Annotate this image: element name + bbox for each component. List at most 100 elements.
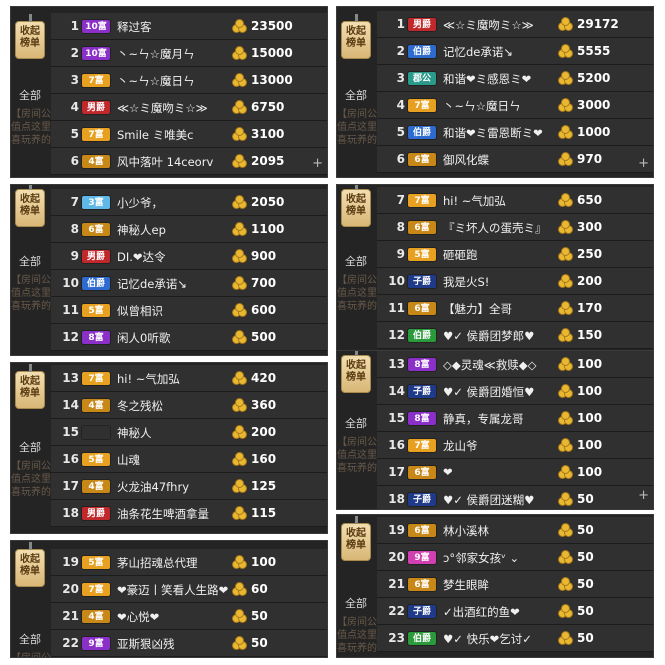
rank-row[interactable]: 10 子爵 我是火S! 200 [377, 268, 653, 295]
gift-count: 100 [251, 555, 277, 569]
level-badge [81, 425, 111, 440]
rank-row[interactable]: 3 7富 丶~ㄣ☆魔日ㄣ 13000 [51, 67, 327, 94]
rank-row[interactable]: 7 3富 小少爷， 2050 [51, 189, 327, 216]
rank-row[interactable]: 17 4富 火龙油47fhry 125 [51, 473, 327, 500]
gift-count: 50 [577, 550, 594, 564]
rank-row[interactable]: 1 男爵 ≪☆ミ魔吻ミ☆≫ 29172 [377, 11, 653, 38]
expand-plus-icon[interactable]: + [638, 488, 649, 503]
collapse-list-button[interactable]: 收起榜单 [15, 364, 45, 409]
all-tab[interactable]: 全部 [345, 87, 367, 103]
gift-count: 50 [577, 604, 594, 618]
rank-row[interactable]: 3 郡公 和谐❤ミ感恩ミ❤ 5200 [377, 65, 653, 92]
collapse-list-button[interactable]: 收起榜单 [341, 516, 371, 561]
ranking-panel: 【房间公告】 一起是缘分，在此是缘分，不要说都惜！充值点这里喜玩养的！请来点，所… [10, 540, 328, 658]
rank-row[interactable]: 8 6富 『ミ坏人の蛋壳ミ』 300 [377, 214, 653, 241]
all-tab[interactable]: 全部 [19, 253, 41, 269]
gift-count: 100 [577, 384, 603, 398]
rank-number: 4 [70, 100, 79, 114]
coin-icon [558, 43, 575, 59]
rank-row[interactable]: 9 男爵 DI.❤达令 900 [51, 243, 327, 270]
rank-row[interactable]: 18 男爵 油条花生啤酒拿量 115 [51, 500, 327, 527]
level-badge: 4富 [81, 154, 111, 169]
collapse-list-button[interactable]: 收起榜单 [341, 351, 371, 393]
level-badge: 子爵 [407, 384, 437, 399]
expand-plus-icon[interactable]: + [312, 156, 323, 171]
gift-count: 13000 [251, 73, 293, 87]
collapse-list-button[interactable]: 收起榜单 [15, 542, 45, 587]
all-tab[interactable]: 全部 [19, 87, 41, 103]
all-tab[interactable]: 全部 [345, 253, 367, 269]
all-tab[interactable]: 全部 [345, 595, 367, 611]
rank-row[interactable]: 16 5富 山魂 160 [51, 446, 327, 473]
gift-count: 420 [251, 371, 277, 385]
collapse-list-button[interactable]: 收起榜单 [341, 14, 371, 59]
gift-count: 100 [577, 357, 603, 371]
gift-count: 60 [251, 582, 268, 596]
gift-count: 5200 [577, 71, 611, 85]
level-badge: 伯爵 [81, 276, 111, 291]
rank-row[interactable]: 5 7富 Smile ミ唯美c 3100 [51, 121, 327, 148]
rank-row[interactable]: 6 4富 风中落叶 14ceorv 2095 [51, 148, 327, 175]
rank-row[interactable]: 11 5富 似曾相识 600 [51, 297, 327, 324]
rank-row[interactable]: 10 伯爵 记忆de承诺↘ 700 [51, 270, 327, 297]
rank-row[interactable]: 4 男爵 ≪☆ミ魔吻ミ☆≫ 6750 [51, 94, 327, 121]
rank-row[interactable]: 11 6富 【魅力】全哥 170 [377, 295, 653, 322]
rank-number: 16 [62, 452, 79, 466]
rank-row[interactable]: 7 7富 hi! ~气加弘 650 [377, 187, 653, 214]
ranking-panel: 【房间公告】 一起是缘分，在此是缘分，不要说都惜！充值点这里喜玩养的！请来点，所… [336, 350, 654, 510]
rank-row[interactable]: 22 子爵 ✓出酒红的鱼❤ 50 [377, 598, 653, 625]
rank-row[interactable]: 15 8富 静真，专属龙哥 100 [377, 405, 653, 432]
level-badge: 9富 [81, 636, 111, 651]
rank-row[interactable]: 23 伯爵 ♥✓ 快乐❤乞讨✓ 50 [377, 625, 653, 652]
rank-row[interactable]: 18 子爵 ♥✓ 侯爵团迷糊♥ 50 [377, 486, 653, 509]
rank-row[interactable]: 1 10富 释过客 23500 [51, 13, 327, 40]
rank-row[interactable]: 5 伯爵 和谐❤ミ雷恩断ミ❤ 1000 [377, 119, 653, 146]
gift-count: 2050 [251, 195, 285, 209]
rank-row[interactable]: 8 6富 神秘人ep 1100 [51, 216, 327, 243]
rank-row[interactable]: 6 6富 御风化蝶 970 [377, 146, 653, 173]
level-badge: 7富 [407, 438, 437, 453]
rank-row[interactable]: 2 伯爵 记忆de承诺↘ 5555 [377, 38, 653, 65]
rank-row[interactable]: 22 9富 亚斯狠凶残 50 [51, 630, 327, 657]
level-badge: 4富 [81, 609, 111, 624]
rank-row[interactable]: 15 神秘人 200 [51, 419, 327, 446]
level-badge: 7富 [407, 193, 437, 208]
rank-row[interactable]: 13 7富 hi! ~气加弘 420 [51, 365, 327, 392]
rank-row[interactable]: 20 7富 ❤豪迈丨笑看人生路❤ 60 [51, 576, 327, 603]
level-badge: 男爵 [81, 249, 111, 264]
gift-count: 15000 [251, 46, 293, 60]
rank-row[interactable]: 2 10富 丶~ㄣ☆魔月ㄣ 15000 [51, 40, 327, 67]
rank-number: 9 [396, 247, 405, 261]
rank-row[interactable]: 17 6富 ❤ 100 [377, 459, 653, 486]
rank-row[interactable]: 20 9富 ɔ°邻家女孩ᵛ ⌄ 50 [377, 544, 653, 571]
rank-row[interactable]: 16 7富 龙山爷 100 [377, 432, 653, 459]
rank-number: 5 [396, 125, 405, 139]
rank-row[interactable]: 12 8富 闲人0听歌 500 [51, 324, 327, 351]
rank-row[interactable]: 12 伯爵 ♥✓ 侯爵团梦郎♥ 150 [377, 322, 653, 349]
rank-row[interactable]: 21 6富 梦生眼眸 50 [377, 571, 653, 598]
rank-row[interactable]: 19 5富 茅山招魂总代理 100 [51, 549, 327, 576]
level-badge: 7富 [407, 98, 437, 113]
rank-number: 21 [62, 609, 79, 623]
rank-row[interactable]: 14 4富 冬之残松 360 [51, 392, 327, 419]
collapse-list-button[interactable]: 收起榜单 [15, 185, 45, 227]
all-tab[interactable]: 全部 [19, 631, 41, 647]
rank-row[interactable]: 14 子爵 ♥✓ 侯爵团婚恒♥ 100 [377, 378, 653, 405]
rank-row[interactable]: 21 4富 ❤心悦❤ 50 [51, 603, 327, 630]
coin-icon [558, 327, 575, 343]
rank-row[interactable]: 13 8富 ◇◆灵魂≪救赎◆◇ 100 [377, 351, 653, 378]
all-tab[interactable]: 全部 [19, 439, 41, 455]
coin-icon [558, 16, 575, 32]
coin-icon [558, 437, 575, 453]
all-tab[interactable]: 全部 [345, 415, 367, 431]
collapse-list-button[interactable]: 收起榜单 [15, 14, 45, 59]
expand-plus-icon[interactable]: + [638, 156, 649, 171]
level-badge: 男爵 [407, 17, 437, 32]
rank-number: 20 [62, 582, 79, 596]
gift-count: 50 [251, 609, 268, 623]
gift-count: 5555 [577, 44, 611, 58]
rank-row[interactable]: 9 5富 砸砸跑 250 [377, 241, 653, 268]
rank-row[interactable]: 19 6富 林小溪林 50 [377, 517, 653, 544]
collapse-list-button[interactable]: 收起榜单 [341, 185, 371, 227]
rank-row[interactable]: 4 7富 丶~ㄣ☆魔日ㄣ 3000 [377, 92, 653, 119]
